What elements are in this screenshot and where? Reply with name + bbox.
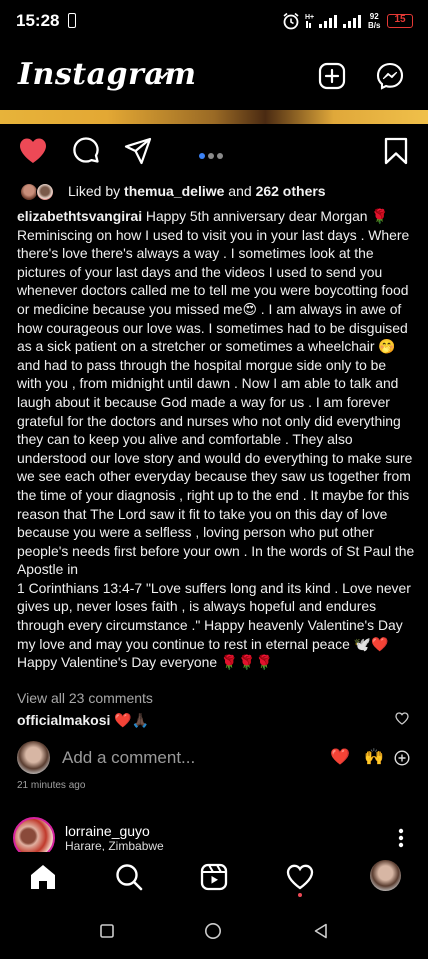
home-icon[interactable] [28,862,58,892]
next-post-location[interactable]: Harare, Zimbabwe [65,839,164,851]
more-reactions-icon[interactable] [394,750,410,766]
view-all-comments-link[interactable]: View all 23 comments [17,690,153,706]
alarm-icon [283,12,299,30]
carousel-indicator [199,146,226,164]
liked-by-user[interactable]: themua_deliwe [124,183,224,199]
search-icon[interactable] [114,862,144,892]
profile-avatar[interactable] [370,860,401,891]
carousel-dot [208,153,214,159]
likes-and: and [224,183,256,199]
next-post-username[interactable]: lorraine_guyo [65,823,150,839]
network-speed: 92 B/s [368,12,380,30]
home-button-icon[interactable] [204,922,222,940]
instagram-logo[interactable]: Instagram [18,57,197,92]
liker-avatar-2[interactable] [36,183,54,201]
status-bar: 15:28 H+ 92 B/s 15 [0,0,428,44]
post-caption: elizabethtsvangirai Happy 5th anniversar… [17,207,417,672]
caption-text: Happy 5th anniversary dear Morgan 🌹 Remi… [17,208,415,671]
messenger-icon[interactable] [376,62,404,90]
likes-count[interactable]: 262 others [256,183,326,199]
sim-card-icon [68,13,76,28]
share-icon[interactable] [123,136,153,166]
carousel-dot [217,153,223,159]
comment-icon[interactable] [71,136,101,166]
reels-icon[interactable] [199,862,229,892]
comment-row: officialmakosi ❤️🙏🏿 [17,712,149,729]
comment-like-heart-icon[interactable] [395,712,409,725]
likes-prefix: Liked by [68,183,125,199]
caption-username[interactable]: elizabethtsvangirai [17,208,142,224]
quick-reaction-raised-hands[interactable]: 🙌 [364,747,384,767]
comment-username[interactable]: officialmakosi [17,712,110,728]
recent-apps-icon[interactable] [99,923,115,939]
clock: 15:28 [16,11,60,30]
battery-level: 15 [394,14,406,25]
activity-badge-dot [298,893,302,897]
activity-heart-icon[interactable] [285,862,315,892]
bookmark-icon[interactable] [381,136,411,166]
signal-icon: H+ [305,14,361,28]
my-avatar[interactable] [17,741,50,774]
like-heart-icon[interactable] [18,136,48,166]
post-timestamp: 21 minutes ago [17,780,86,791]
post-photo[interactable] [0,110,428,124]
chevron-down-icon[interactable] [155,71,169,81]
likes-summary[interactable]: Liked by themua_deliwe and 262 others [68,183,326,199]
comment-text: ❤️🙏🏿 [110,712,150,728]
network-speed-value: 92 [369,12,379,21]
new-post-icon[interactable] [318,62,346,90]
svg-text:H+: H+ [305,14,314,21]
add-comment-input[interactable]: Add a comment... [62,748,195,768]
network-speed-unit: B/s [368,21,381,30]
more-options-icon[interactable] [398,828,404,848]
quick-reaction-heart[interactable]: ❤️ [330,747,350,767]
back-button-icon[interactable] [312,922,330,940]
carousel-dot-active [199,153,205,159]
